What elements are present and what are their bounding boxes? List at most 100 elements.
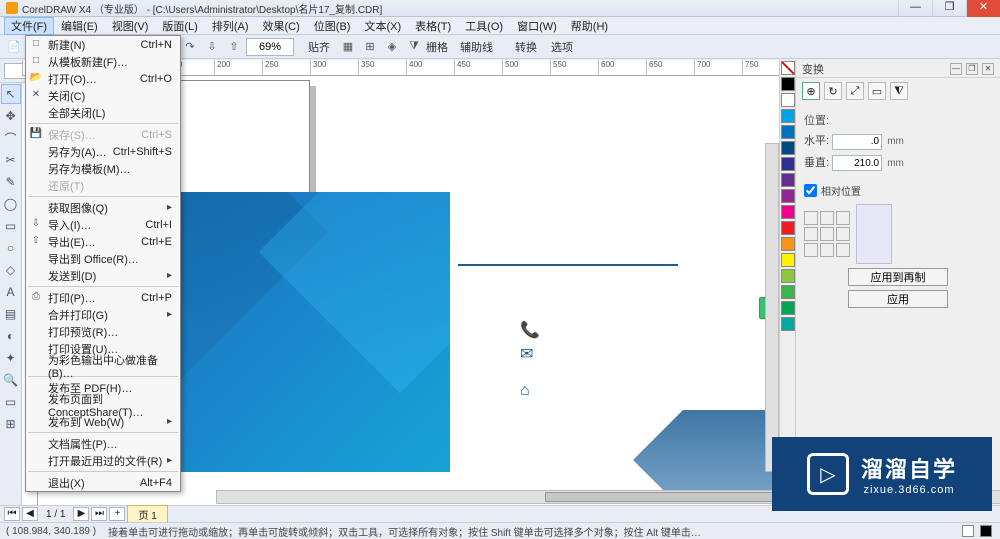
menu-edit[interactable]: 编辑(E) <box>54 17 105 35</box>
swatch[interactable] <box>781 253 795 267</box>
transform-scale-tab[interactable]: ⤢ <box>846 82 864 100</box>
swatch[interactable] <box>781 285 795 299</box>
menu-file[interactable]: 文件(F) <box>4 17 54 35</box>
table-tool[interactable]: ▤ <box>1 304 21 324</box>
scrollbar-vertical[interactable] <box>765 143 779 472</box>
swatch[interactable] <box>781 77 795 91</box>
apply-to-duplicate-button[interactable]: 应用到再制 <box>848 268 948 286</box>
interactive-tool[interactable]: ◐ <box>1 326 21 346</box>
swatch[interactable] <box>781 205 795 219</box>
page-add[interactable]: + <box>109 507 125 521</box>
swatch[interactable] <box>781 317 795 331</box>
window-minimize-button[interactable]: — <box>898 0 932 17</box>
toolbar-options[interactable]: 选项 <box>551 39 573 55</box>
transform-skew-tab[interactable]: ⧨ <box>890 82 908 100</box>
file-menu-item[interactable]: □新建(N)Ctrl+N <box>26 36 180 53</box>
ellipse-tool[interactable]: ○ <box>1 238 21 258</box>
snap-guides[interactable]: ⊞ <box>360 37 380 57</box>
file-menu-item[interactable]: 📂打开(O)…Ctrl+O <box>26 70 180 87</box>
fill-tool[interactable]: ⊞ <box>1 414 21 434</box>
relative-checkbox[interactable] <box>804 184 817 197</box>
file-menu-item[interactable]: 发布页面到 ConceptShare(T)… <box>26 396 180 413</box>
pick-tool[interactable]: ↖ <box>1 84 21 104</box>
file-menu-item[interactable]: 打印预览(R)… <box>26 323 180 340</box>
knife-tool[interactable]: ✂ <box>1 150 21 170</box>
snap-dynamic[interactable]: ⧩ <box>404 37 424 57</box>
zoom-tool[interactable]: 🔍 <box>1 370 21 390</box>
menu-tables[interactable]: 表格(T) <box>408 17 458 35</box>
docker-close-button[interactable]: ✕ <box>982 63 994 75</box>
toolbar-convert[interactable]: 转换 <box>515 39 537 55</box>
swatch[interactable] <box>781 157 795 171</box>
transform-position-tab[interactable]: ⊕ <box>802 82 820 100</box>
menu-bitmap[interactable]: 位图(B) <box>307 17 358 35</box>
export-button[interactable]: ⇧ <box>224 37 244 57</box>
swatch[interactable] <box>781 173 795 187</box>
fill-swatch[interactable] <box>962 525 974 537</box>
file-menu-item[interactable]: 发布到 Web(W)▸ <box>26 413 180 430</box>
menu-tools[interactable]: 工具(O) <box>458 17 510 35</box>
text-tool[interactable]: A <box>1 282 21 302</box>
polygon-tool[interactable]: ◇ <box>1 260 21 280</box>
menu-view[interactable]: 视图(V) <box>105 17 156 35</box>
v-input[interactable] <box>832 155 882 171</box>
file-menu-item[interactable]: ⇩导入(I)…Ctrl+I <box>26 216 180 233</box>
file-menu-item[interactable]: 打开最近用过的文件(R)▸ <box>26 452 180 469</box>
transform-rotate-tab[interactable]: ↻ <box>824 82 842 100</box>
file-menu-item[interactable]: 另存为模板(M)… <box>26 160 180 177</box>
crop-tool[interactable]: ⌒ <box>1 128 21 148</box>
menu-effects[interactable]: 效果(C) <box>256 17 307 35</box>
page-next[interactable]: ▶ <box>73 507 89 521</box>
file-menu-item[interactable]: 全部关闭(L) <box>26 104 180 121</box>
file-menu-item[interactable]: ⎙打印(P)…Ctrl+P <box>26 289 180 306</box>
file-menu-item[interactable]: 另存为(A)…Ctrl+Shift+S <box>26 143 180 160</box>
swatch[interactable] <box>781 221 795 235</box>
menu-help[interactable]: 帮助(H) <box>564 17 615 35</box>
shape-tool[interactable]: ✥ <box>1 106 21 126</box>
outline-tool[interactable]: ▭ <box>1 392 21 412</box>
snap-item-1[interactable]: 辅助线 <box>460 39 493 55</box>
anchor-grid[interactable] <box>804 211 850 257</box>
freehand-tool[interactable]: ✎ <box>1 172 21 192</box>
snap-item-0[interactable]: 栅格 <box>426 39 448 55</box>
swatch-none[interactable] <box>781 61 795 75</box>
eyedropper-tool[interactable]: ✦ <box>1 348 21 368</box>
swatch[interactable] <box>781 269 795 283</box>
page-last[interactable]: ⏭ <box>91 507 107 521</box>
redo-button[interactable]: ↷ <box>180 37 200 57</box>
smart-tool[interactable]: ◯ <box>1 194 21 214</box>
outline-swatch[interactable] <box>980 525 992 537</box>
docker-max-button[interactable]: ❐ <box>966 63 978 75</box>
new-button[interactable]: 📄 <box>4 37 24 57</box>
file-menu-item[interactable]: □从模板新建(F)… <box>26 53 180 70</box>
menu-layout[interactable]: 版面(L) <box>155 17 204 35</box>
swatch[interactable] <box>781 109 795 123</box>
file-menu-item[interactable]: 合并打印(G)▸ <box>26 306 180 323</box>
transform-size-tab[interactable]: ▭ <box>868 82 886 100</box>
swatch[interactable] <box>781 301 795 315</box>
snap-grid[interactable]: ▦ <box>338 37 358 57</box>
window-maximize-button[interactable]: ❐ <box>932 0 966 17</box>
swatch[interactable] <box>781 189 795 203</box>
snap-objects[interactable]: ◈ <box>382 37 402 57</box>
file-menu-item[interactable]: 获取图像(Q)▸ <box>26 199 180 216</box>
docker-min-button[interactable]: — <box>950 63 962 75</box>
rectangle-tool[interactable]: ▭ <box>1 216 21 236</box>
file-menu-item[interactable]: 文档属性(P)… <box>26 435 180 452</box>
menu-text[interactable]: 文本(X) <box>357 17 408 35</box>
swatch[interactable] <box>781 141 795 155</box>
import-button[interactable]: ⇩ <box>202 37 222 57</box>
file-menu-item[interactable]: 发送到(D)▸ <box>26 267 180 284</box>
menu-window[interactable]: 窗口(W) <box>510 17 564 35</box>
file-menu-item[interactable]: 为彩色输出中心做准备(B)… <box>26 357 180 374</box>
swatch[interactable] <box>781 125 795 139</box>
swatch[interactable] <box>781 237 795 251</box>
window-close-button[interactable]: ✕ <box>966 0 1000 17</box>
menu-arrange[interactable]: 排列(A) <box>205 17 256 35</box>
swatch[interactable] <box>781 93 795 107</box>
file-menu-item[interactable]: ✕关闭(C) <box>26 87 180 104</box>
apply-button[interactable]: 应用 <box>848 290 948 308</box>
file-menu-item[interactable]: 导出到 Office(R)… <box>26 250 180 267</box>
page-prev[interactable]: ◀ <box>22 507 38 521</box>
zoom-input[interactable] <box>246 38 294 56</box>
